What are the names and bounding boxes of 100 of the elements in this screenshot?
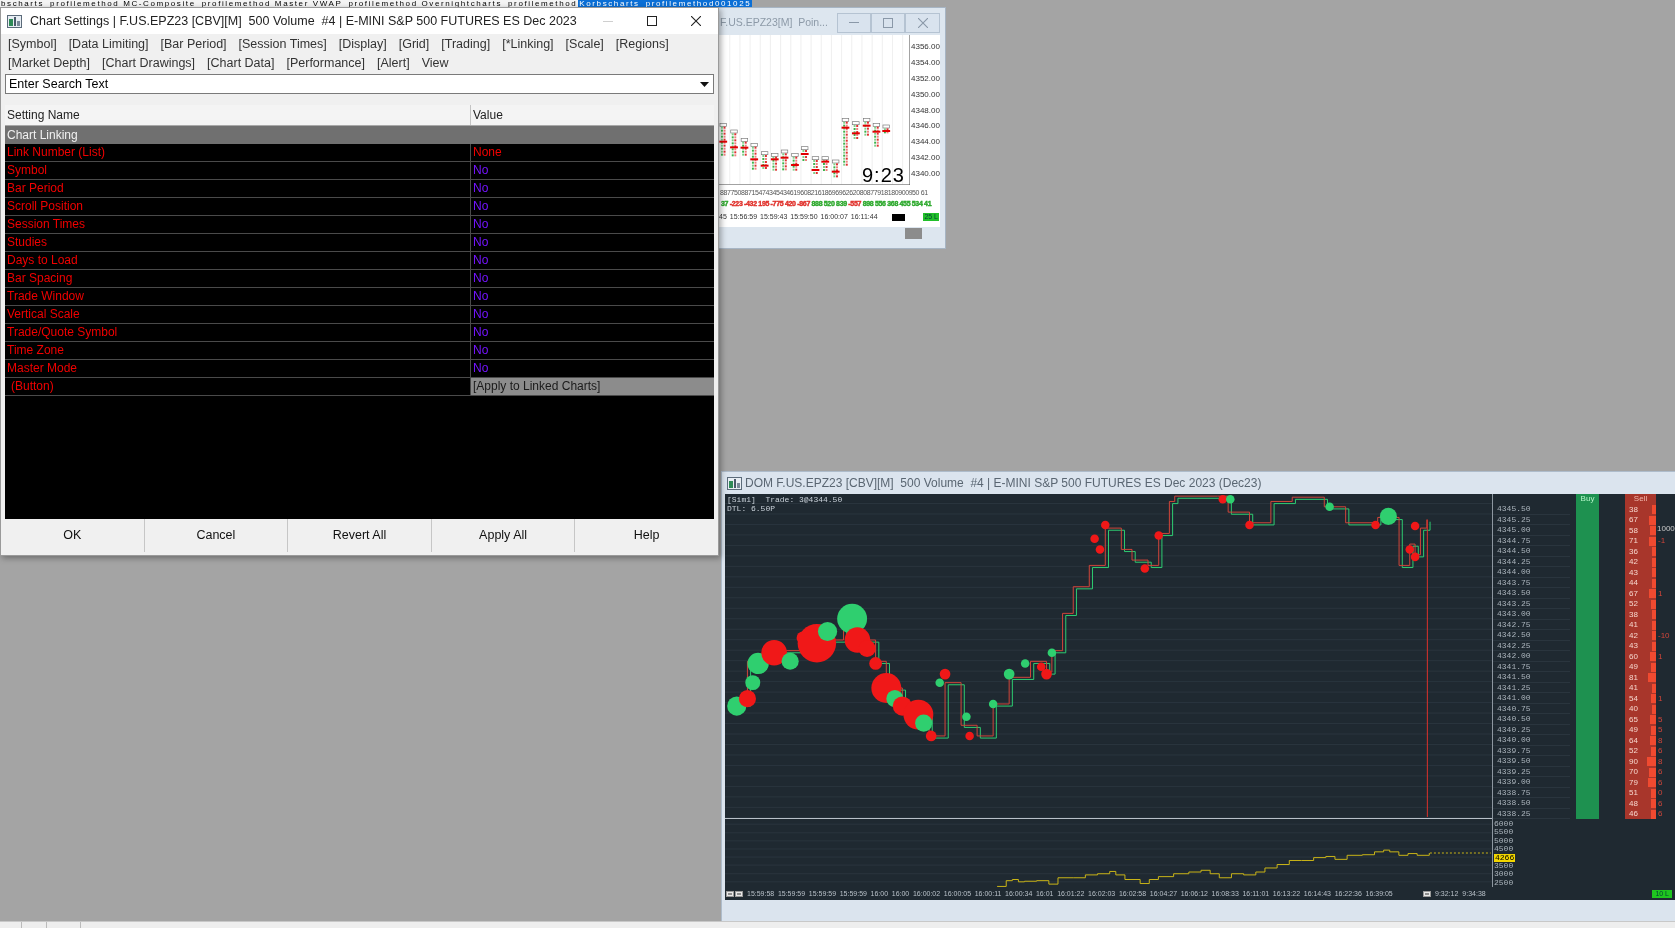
price-label: 4340.25: [1497, 724, 1531, 734]
sell-quantity: 51: [1629, 788, 1638, 798]
maximize-icon: [647, 16, 657, 26]
price-label: 4344.75: [1497, 535, 1531, 545]
maximize-icon: [883, 17, 893, 28]
price-label: 4344.00: [911, 138, 940, 147]
price-label: 4342.00: [1497, 651, 1531, 661]
trade-bubble: [1245, 520, 1254, 530]
axis-label: 5000: [1494, 836, 1515, 845]
price-label: 4344.25: [1497, 556, 1531, 566]
sell-quantity: 60: [1629, 651, 1638, 661]
price-label: 4354.00: [911, 58, 940, 67]
price-label: 4342.50: [1497, 630, 1531, 640]
menu-tab[interactable]: [Market Depth]: [8, 55, 90, 72]
axis-label: 3000: [1494, 870, 1515, 879]
dialog-button[interactable]: Help: [574, 519, 718, 552]
menu-tab[interactable]: [Data Limiting]: [68, 36, 149, 53]
minimize-icon: [849, 22, 859, 23]
setting-name: Vertical Scale: [5, 306, 471, 323]
ladder-value: 6: [1658, 746, 1663, 756]
sell-quantity: 43: [1629, 567, 1638, 577]
menu-tab[interactable]: [Display]: [338, 36, 387, 53]
sell-quantity: 65: [1629, 714, 1638, 724]
ladder-value: 1: [1658, 651, 1663, 661]
sell-quantity: 70: [1629, 767, 1638, 777]
footprint-bar: [780, 149, 789, 171]
menu-tab[interactable]: [Alert]: [377, 55, 410, 72]
setting-name: Bar Spacing: [5, 270, 471, 287]
price-label: 4338.25: [1497, 808, 1531, 818]
price-label: 4348.00: [911, 106, 940, 115]
minimize-button[interactable]: [837, 12, 871, 33]
window-title: Chart Settings | F.US.EPZ23 [CBV][M] 500 Volume #4 | E-MINI S&P 500 FUTURES ES Dec 2023: [30, 12, 577, 30]
ladder-value: 6: [1658, 809, 1663, 819]
price-label: 4344.50: [1497, 546, 1531, 556]
menu-tab[interactable]: [Trading]: [441, 36, 491, 53]
ladder-value: 0: [1658, 788, 1663, 798]
ladder-value: 1: [1658, 588, 1663, 598]
setting-name: Session Times: [5, 216, 471, 233]
menu-tab[interactable]: [*Linking]: [502, 36, 554, 53]
clock-text: 9:23: [862, 165, 905, 185]
selected-file-text: Korbscharts_profilemethod001025: [578, 0, 753, 7]
column-header: Sell: [1632, 494, 1649, 504]
minus-box-icon[interactable]: [735, 890, 743, 897]
close-icon: [691, 16, 701, 26]
setting-value[interactable]: None: [471, 144, 714, 161]
price-label: 4338.50: [1497, 798, 1531, 808]
ladder-value: 5: [1658, 714, 1663, 724]
price-label: 4342.25: [1497, 640, 1531, 650]
price-label: 4345.50: [1497, 504, 1531, 514]
close-icon: [917, 17, 928, 28]
price-label: 4352.00: [911, 74, 940, 83]
restore-button[interactable]: [871, 12, 905, 33]
current-value-tag: 4266: [1494, 853, 1516, 862]
sell-quantity: 41: [1629, 620, 1638, 630]
price-label: 4343.25: [1497, 598, 1531, 608]
menu-tab[interactable]: View: [421, 55, 449, 72]
close-button[interactable]: [905, 12, 940, 33]
sell-quantity: 52: [1629, 746, 1638, 756]
menu-tab[interactable]: [Chart Drawings]: [102, 55, 196, 72]
menu-tab[interactable]: [Performance]: [286, 55, 365, 72]
ladder-value: 5: [1658, 725, 1663, 735]
price-label: 4339.00: [1497, 777, 1531, 787]
sell-quantity: 48: [1629, 798, 1638, 808]
trade-info-text: DTL: 6.50P: [727, 504, 776, 513]
footprint-bar: [821, 156, 830, 171]
minus-box-icon[interactable]: [726, 890, 734, 897]
footprint-bar: [811, 156, 820, 174]
setting-name: Scroll Position: [5, 198, 471, 215]
menu-tab[interactable]: [Scale]: [565, 36, 604, 53]
menu-tab[interactable]: [Chart Data]: [207, 55, 275, 72]
price-label: 4338.75: [1497, 787, 1531, 797]
price-label: 4343.75: [1497, 577, 1531, 587]
trade-bubble: [1325, 502, 1334, 512]
menu-tab[interactable]: [Grid]: [398, 36, 430, 53]
time-marker: [891, 213, 905, 221]
price-label: 4340.50: [1497, 714, 1531, 724]
ladder-value: 1: [1658, 693, 1663, 703]
sell-quantity: 41: [1629, 683, 1638, 693]
minus-box-icon[interactable]: [1423, 890, 1431, 897]
apply-linked-button[interactable]: [Apply to Linked Charts]: [471, 378, 714, 395]
menu-tab[interactable]: [Symbol]: [8, 36, 57, 53]
price-label: 4344.00: [1497, 567, 1531, 577]
chart-app-icon: [727, 476, 742, 490]
price-label: 4340.75: [1497, 703, 1531, 713]
menu-tab[interactable]: [Session Times]: [238, 36, 327, 53]
menu-tab[interactable]: [Bar Period]: [160, 36, 227, 53]
axis-label: 6000: [1494, 820, 1515, 828]
sell-quantity: 54: [1629, 693, 1638, 703]
sell-quantity: 44: [1629, 578, 1638, 588]
trade-bubble: [988, 699, 998, 709]
price-label: 4342.00: [911, 154, 940, 163]
footprint-bar: [862, 118, 871, 136]
search-field[interactable]: Enter Search Text: [5, 74, 714, 94]
setting-name: Bar Period: [5, 180, 471, 197]
menu-tab[interactable]: [Regions]: [615, 36, 669, 53]
price-label: 4345.25: [1497, 514, 1531, 524]
ladder-value: -1: [1658, 536, 1666, 546]
trade-bubble: [869, 657, 883, 670]
sell-quantity: 43: [1629, 641, 1638, 651]
price-label: 4341.50: [1497, 672, 1531, 682]
